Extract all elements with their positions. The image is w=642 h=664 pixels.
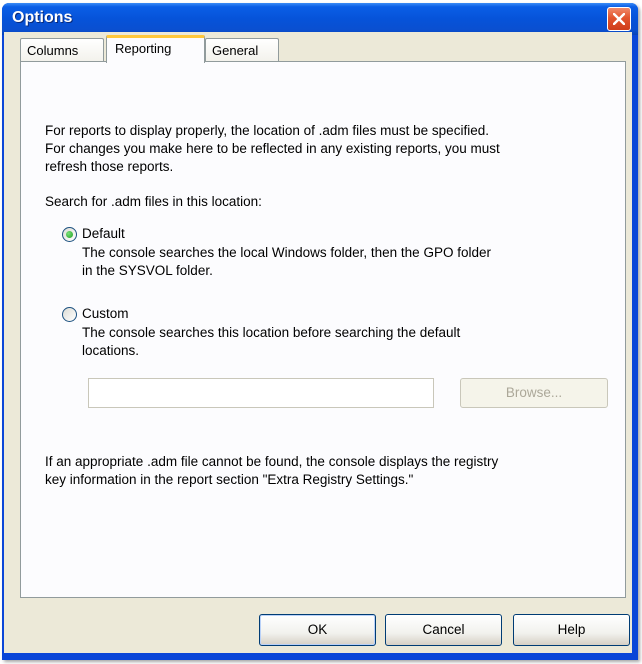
intro-text-line-1: For reports to display properly, the loc… <box>45 123 489 138</box>
cancel-button[interactable]: Cancel <box>385 614 502 646</box>
radio-selected-dot <box>66 231 73 238</box>
tab-general-label: General <box>212 43 259 58</box>
footer-text-line-1: If an appropriate .adm file cannot be fo… <box>45 454 499 469</box>
default-radio[interactable] <box>62 227 77 242</box>
search-location-label: Search for .adm files in this location: <box>45 194 262 209</box>
custom-path-input[interactable] <box>88 378 434 408</box>
tab-reporting[interactable]: Reporting <box>106 35 205 63</box>
default-description-line-2: in the SYSVOL folder. <box>82 263 213 278</box>
intro-text-line-3: refresh those reports. <box>45 159 174 174</box>
ok-button[interactable]: OK <box>259 614 376 646</box>
default-radio-label[interactable]: Default <box>82 225 125 242</box>
title-bar[interactable]: Options <box>2 3 638 35</box>
custom-description-line-1: The console searches this location befor… <box>82 325 461 340</box>
close-icon <box>613 13 625 25</box>
window-title: Options <box>12 9 73 26</box>
close-button[interactable] <box>607 7 631 31</box>
tab-columns-label: Columns <box>27 43 79 58</box>
browse-button[interactable]: Browse... <box>460 378 608 408</box>
custom-radio-label[interactable]: Custom <box>82 305 129 322</box>
default-description-line-1: The console searches the local Windows f… <box>82 245 491 260</box>
custom-radio[interactable] <box>62 307 77 322</box>
custom-description-line-2: locations. <box>82 343 140 358</box>
footer-text-line-2: key information in the report section "E… <box>45 472 414 487</box>
tab-columns[interactable]: Columns <box>20 38 104 61</box>
tab-reporting-label: Reporting <box>115 41 172 56</box>
help-button[interactable]: Help <box>513 614 630 646</box>
tab-general[interactable]: General <box>205 38 279 61</box>
intro-text-line-2: For changes you make here to be reflecte… <box>45 141 500 156</box>
